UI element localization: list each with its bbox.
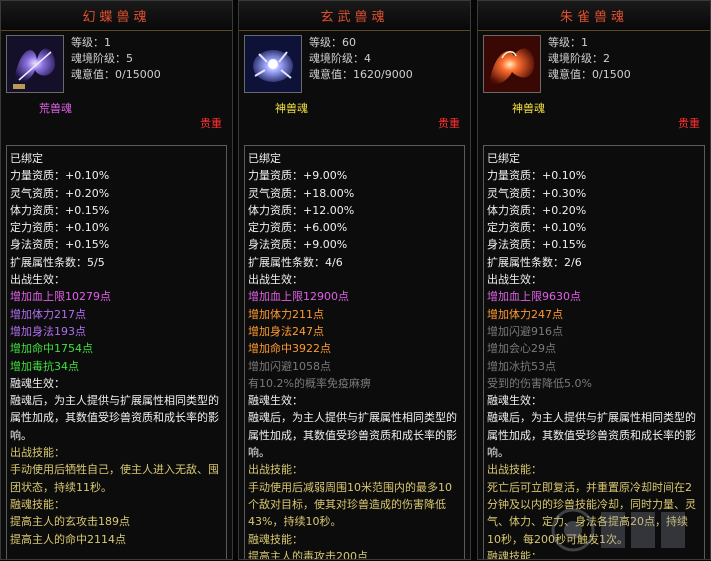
level-text: 等级：1 (71, 36, 111, 49)
type-row: 神兽魂 贵重 (239, 99, 470, 130)
detail-line: 有10.2%的概率免疫麻痹 (248, 376, 371, 390)
butterfly-beast-icon[interactable] (6, 35, 64, 93)
detail-line: 增加体力247点 (487, 307, 563, 321)
detail-line: 手动使用后减弱周围10米范围内的最多10个敌对目标，使其对珍兽造成的伤害降低43… (248, 480, 452, 529)
detail-line: 体力资质：+0.20% (487, 203, 587, 217)
level-text: 等级：60 (309, 36, 356, 49)
panel-title-bar: 朱雀兽魂 (478, 1, 710, 31)
detail-line: 增加身法193点 (10, 324, 86, 338)
type-row: 荒兽魂 贵重 (1, 99, 232, 130)
detail-line: 增加血上限10279点 (10, 290, 111, 304)
detail-line: 融魂后，为主人提供与扩展属性相同类型的属性加成，其数值受珍兽资质和成长率的影响。 (10, 394, 219, 442)
detail-line: 增加体力217点 (10, 307, 86, 321)
detail-line: 已绑定 (248, 152, 281, 165)
detail-box: 已绑定力量资质：+9.00% 灵气资质：+18.00% 体力资质：+12.00% 定力… (244, 145, 465, 560)
detail-line: 增加体力211点 (248, 307, 324, 321)
detail-line: 灵气资质：+0.20% (10, 186, 110, 200)
detail-line: 体力资质：+12.00% (248, 203, 355, 217)
detail-line: 增加血上限9630点 (487, 290, 581, 304)
detail-line: 扩展属性条数：4/6 (248, 255, 343, 269)
panel-title-bar: 玄武兽魂 (239, 1, 470, 31)
detail-line: 提高主人的毒攻击200点 (248, 549, 368, 560)
detail-line: 定力资质：+0.10% (10, 221, 110, 235)
detail-line: 身法资质：+0.15% (10, 238, 110, 252)
turtle-beast-icon[interactable] (244, 35, 302, 93)
detail-line: 体力资质：+0.15% (10, 203, 110, 217)
detail-line: 提高主人的玄攻击189点 (10, 515, 130, 529)
type-row: 神兽魂 贵重 (478, 99, 710, 130)
detail-line: 扩展属性条数：5/5 (10, 255, 105, 269)
soul-rank-text: 魂境阶级：2 (548, 52, 610, 65)
detail-line: 融魂生效： (248, 394, 303, 408)
detail-line: 出战生效： (487, 273, 542, 287)
detail-line: 融魂生效： (487, 394, 542, 408)
panel-header: 等级：1 魂境阶级：5 魂意值：0/15000 (1, 31, 232, 99)
detail-line: 手动使用后牺牲自己，使主人进入无敌、囤团状态，持续11秒。 (10, 463, 219, 494)
level-text: 等级：1 (548, 36, 588, 49)
detail-line: 定力资质：+0.10% (487, 221, 587, 235)
panel-title-bar: 幻蝶兽魂 (1, 1, 232, 31)
site-watermark-logo (549, 500, 709, 558)
beast-type-label: 神兽魂 (512, 102, 545, 115)
detail-line: 灵气资质：+18.00% (248, 186, 355, 200)
detail-line: 融魂技能： (248, 532, 303, 546)
detail-line: 力量资质：+0.10% (487, 169, 587, 183)
panel-butterfly: 幻蝶兽魂 等级：1 魂境阶级：5 魂意值：0/15000 荒兽魂 贵重 已绑定 … (0, 0, 233, 560)
detail-line: 出战生效： (248, 273, 303, 287)
soul-rank-text: 魂境阶级：5 (71, 52, 133, 65)
detail-line: 已绑定 (487, 152, 520, 165)
beast-type-label: 荒兽魂 (39, 102, 72, 115)
detail-line: 增加会心29点 (487, 342, 556, 356)
detail-line: 出战技能： (10, 446, 65, 460)
panel-title: 幻蝶兽魂 (82, 10, 151, 25)
detail-line: 灵气资质：+0.30% (487, 186, 587, 200)
detail-line: 融魂后，为主人提供与扩展属性相同类型的属性加成，其数值受珍兽资质和成长率的影响。 (248, 411, 457, 460)
panel-header: 等级：60 魂境阶级：4 魂意值：1620/9000 (239, 31, 470, 99)
panel-turtle: 玄武兽魂 等级：60 魂境阶级：4 魂意值：1620/9000 神兽魂 贵重 已… (238, 0, 471, 560)
panel-phoenix: 朱雀兽魂 等级：1 魂境阶级：2 魂意值：0/1500 神兽魂 贵重 已绑定 力… (477, 0, 711, 560)
soul-value-text: 魂意值：1620/9000 (309, 68, 413, 81)
detail-line: 增加命中3922点 (248, 342, 331, 356)
panel-title: 朱雀兽魂 (559, 10, 628, 25)
panel-title: 玄武兽魂 (320, 10, 389, 25)
detail-line: 增加身法247点 (248, 324, 324, 338)
detail-line: 融魂生效： (10, 376, 65, 390)
detail-line: 定力资质：+6.00% (248, 221, 348, 235)
detail-line: 出战技能： (487, 463, 542, 477)
detail-line: 融魂后，为主人提供与扩展属性相同类型的属性加成，其数值受珍兽资质和成长率的影响。 (487, 411, 696, 460)
detail-box: 已绑定力量资质：+0.10% 灵气资质：+0.30% 体力资质：+0.20% 定力资质… (483, 145, 705, 559)
soul-value-text: 魂意值：0/15000 (71, 68, 161, 81)
detail-line: 出战技能： (248, 463, 303, 477)
beast-type-label: 神兽魂 (275, 102, 308, 115)
soul-rank-text: 魂境阶级：4 (309, 52, 371, 65)
soul-value-text: 魂意值：0/1500 (548, 68, 631, 81)
detail-line: 力量资质：+9.00% (248, 169, 348, 183)
rarity-label: 贵重 (438, 117, 460, 130)
detail-line: 融魂技能： (10, 497, 65, 511)
detail-line: 已绑定 (10, 152, 43, 165)
detail-box: 已绑定力量资质：+0.10% 灵气资质：+0.20% 体力资质：+0.15% 定力资质… (6, 145, 227, 559)
detail-line: 力量资质：+0.10% (10, 169, 110, 183)
detail-line: 增加命中1754点 (10, 342, 93, 356)
detail-line: 增加闪避916点 (487, 324, 563, 338)
rarity-label: 贵重 (678, 117, 700, 130)
detail-line: 增加血上限12900点 (248, 290, 349, 304)
detail-line: 扩展属性条数：2/6 (487, 255, 582, 269)
panel-header: 等级：1 魂境阶级：2 魂意值：0/1500 (478, 31, 710, 99)
detail-line: 受到的伤害降低5.0% (487, 376, 592, 390)
detail-line: 增加闪避1058点 (248, 359, 331, 373)
detail-line: 身法资质：+9.00% (248, 238, 348, 252)
detail-line: 增加毒抗34点 (10, 359, 79, 373)
phoenix-beast-icon[interactable] (483, 35, 541, 93)
detail-line: 出战生效： (10, 273, 65, 287)
detail-line: 身法资质：+0.15% (487, 238, 587, 252)
detail-line: 提高主人的命中2114点 (10, 532, 126, 546)
detail-line: 增加冰抗53点 (487, 359, 556, 373)
rarity-label: 贵重 (200, 117, 222, 130)
